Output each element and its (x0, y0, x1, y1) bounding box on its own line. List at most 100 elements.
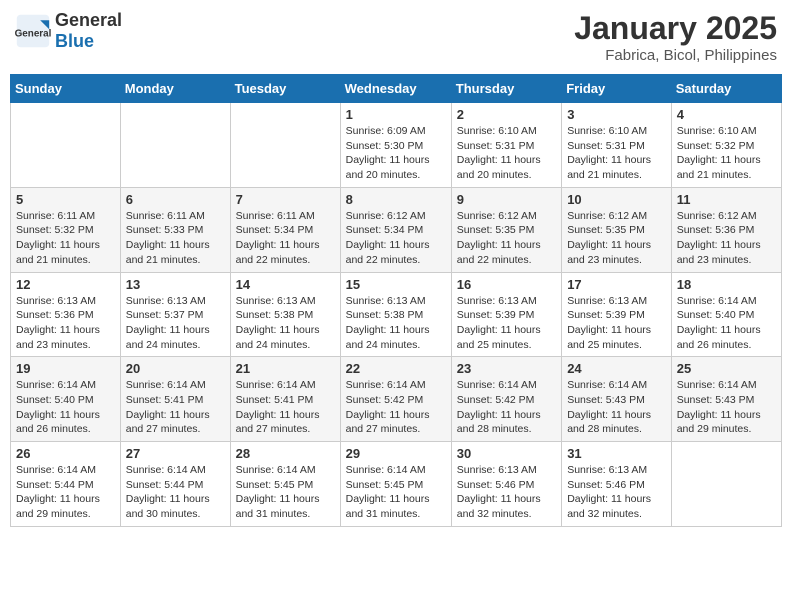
day-number: 11 (677, 192, 776, 207)
month-title: January 2025 (574, 10, 777, 47)
day-info: Sunrise: 6:14 AM Sunset: 5:43 PM Dayligh… (677, 378, 776, 437)
day-cell-2: 2Sunrise: 6:10 AM Sunset: 5:31 PM Daylig… (451, 103, 561, 188)
day-cell-22: 22Sunrise: 6:14 AM Sunset: 5:42 PM Dayli… (340, 357, 451, 442)
day-number: 26 (16, 446, 115, 461)
day-number: 23 (457, 361, 556, 376)
day-info: Sunrise: 6:13 AM Sunset: 5:36 PM Dayligh… (16, 294, 115, 353)
day-cell-6: 6 Sunrise: 6:11 AM Sunset: 5:33 PM Daylig… (120, 187, 230, 272)
day-info: Sunrise: 6:11 AM Sunset: 5:34 PM Dayligh… (236, 209, 335, 268)
day-info: Sunrise: 6:14 AM Sunset: 5:41 PM Dayligh… (236, 378, 335, 437)
day-cell-27: 27 Sunrise: 6:14 AM Sunset: 5:44 PM Dayli… (120, 442, 230, 527)
svg-text:General: General (15, 28, 51, 39)
day-cell-10: 10 Sunrise: 6:12 AM Sunset: 5:35 PM Dayli… (562, 187, 672, 272)
day-info: Sunrise: 6:12 AM Sunset: 5:34 PM Dayligh… (346, 209, 446, 268)
day-info: Sunrise: 6:13 AM Sunset: 5:39 PM Dayligh… (457, 294, 556, 353)
day-cell-21: 21 Sunrise: 6:14 AM Sunset: 5:41 PM Dayli… (230, 357, 340, 442)
day-number: 1 (346, 107, 446, 122)
day-cell-16: 16 Sunrise: 6:13 AM Sunset: 5:39 PM Dayli… (451, 272, 561, 357)
day-info: Sunrise: 6:12 AM Sunset: 5:35 PM Dayligh… (457, 209, 556, 268)
day-info: Sunrise: 6:11 AM Sunset: 5:32 PM Dayligh… (16, 209, 115, 268)
day-cell-12: 12 Sunrise: 6:13 AM Sunset: 5:36 PM Dayli… (11, 272, 121, 357)
day-number: 13 (126, 277, 225, 292)
week-row-4: 19 Sunrise: 6:14 AM Sunset: 5:40 PM Dayli… (11, 357, 782, 442)
day-cell-8: 8 Sunrise: 6:12 AM Sunset: 5:34 PM Daylig… (340, 187, 451, 272)
day-info: Sunrise: 6:11 AM Sunset: 5:33 PM Dayligh… (126, 209, 225, 268)
day-cell-20: 20 Sunrise: 6:14 AM Sunset: 5:41 PM Dayli… (120, 357, 230, 442)
day-info: Sunrise: 6:13 AM Sunset: 5:39 PM Dayligh… (567, 294, 666, 353)
day-number: 10 (567, 192, 666, 207)
day-number: 14 (236, 277, 335, 292)
day-cell-9: 9 Sunrise: 6:12 AM Sunset: 5:35 PM Daylig… (451, 187, 561, 272)
day-info: Sunrise: 6:12 AM Sunset: 5:35 PM Dayligh… (567, 209, 666, 268)
day-cell-30: 30 Sunrise: 6:13 AM Sunset: 5:46 PM Dayli… (451, 442, 561, 527)
weekday-header-wednesday: Wednesday (340, 75, 451, 103)
day-number: 27 (126, 446, 225, 461)
day-cell-31: 31Sunrise: 6:13 AM Sunset: 5:46 PM Dayli… (562, 442, 672, 527)
day-number: 2 (457, 107, 556, 122)
day-info: Sunrise: 6:14 AM Sunset: 5:40 PM Dayligh… (16, 378, 115, 437)
day-cell-3: 3Sunrise: 6:10 AM Sunset: 5:31 PM Daylig… (562, 103, 672, 188)
weekday-header-tuesday: Tuesday (230, 75, 340, 103)
day-info: Sunrise: 6:14 AM Sunset: 5:41 PM Dayligh… (126, 378, 225, 437)
day-info: Sunrise: 6:14 AM Sunset: 5:44 PM Dayligh… (126, 463, 225, 522)
weekday-header-monday: Monday (120, 75, 230, 103)
page-header: General General Blue January 2025 Fabric… (10, 10, 782, 64)
day-number: 8 (346, 192, 446, 207)
day-number: 28 (236, 446, 335, 461)
day-info: Sunrise: 6:13 AM Sunset: 5:38 PM Dayligh… (346, 294, 446, 353)
day-cell-7: 7 Sunrise: 6:11 AM Sunset: 5:34 PM Daylig… (230, 187, 340, 272)
day-number: 7 (236, 192, 335, 207)
day-cell-4: 4 Sunrise: 6:10 AM Sunset: 5:32 PM Daylig… (671, 103, 781, 188)
day-number: 19 (16, 361, 115, 376)
week-row-2: 5 Sunrise: 6:11 AM Sunset: 5:32 PM Daylig… (11, 187, 782, 272)
empty-cell (230, 103, 340, 188)
day-number: 21 (236, 361, 335, 376)
day-number: 20 (126, 361, 225, 376)
empty-cell (11, 103, 121, 188)
empty-cell (120, 103, 230, 188)
day-info: Sunrise: 6:10 AM Sunset: 5:31 PM Dayligh… (567, 124, 666, 183)
day-cell-28: 28Sunrise: 6:14 AM Sunset: 5:45 PM Dayli… (230, 442, 340, 527)
day-number: 22 (346, 361, 446, 376)
day-info: Sunrise: 6:14 AM Sunset: 5:43 PM Dayligh… (567, 378, 666, 437)
day-cell-29: 29 Sunrise: 6:14 AM Sunset: 5:45 PM Dayli… (340, 442, 451, 527)
day-info: Sunrise: 6:10 AM Sunset: 5:32 PM Dayligh… (677, 124, 776, 183)
weekday-header-friday: Friday (562, 75, 672, 103)
day-number: 9 (457, 192, 556, 207)
day-number: 5 (16, 192, 115, 207)
day-cell-5: 5 Sunrise: 6:11 AM Sunset: 5:32 PM Daylig… (11, 187, 121, 272)
day-cell-1: 1 Sunrise: 6:09 AM Sunset: 5:30 PM Daylig… (340, 103, 451, 188)
day-info: Sunrise: 6:09 AM Sunset: 5:30 PM Dayligh… (346, 124, 446, 183)
empty-cell (671, 442, 781, 527)
day-info: Sunrise: 6:14 AM Sunset: 5:44 PM Dayligh… (16, 463, 115, 522)
day-number: 18 (677, 277, 776, 292)
day-info: Sunrise: 6:13 AM Sunset: 5:38 PM Dayligh… (236, 294, 335, 353)
logo-text-general: General (55, 10, 122, 30)
day-cell-11: 11 Sunrise: 6:12 AM Sunset: 5:36 PM Dayli… (671, 187, 781, 272)
day-cell-25: 25 Sunrise: 6:14 AM Sunset: 5:43 PM Dayli… (671, 357, 781, 442)
calendar-table: SundayMondayTuesdayWednesdayThursdayFrid… (10, 74, 782, 527)
logo: General General Blue (15, 10, 122, 52)
day-info: Sunrise: 6:12 AM Sunset: 5:36 PM Dayligh… (677, 209, 776, 268)
day-cell-18: 18Sunrise: 6:14 AM Sunset: 5:40 PM Dayli… (671, 272, 781, 357)
week-row-5: 26 Sunrise: 6:14 AM Sunset: 5:44 PM Dayli… (11, 442, 782, 527)
day-cell-17: 17Sunrise: 6:13 AM Sunset: 5:39 PM Dayli… (562, 272, 672, 357)
day-info: Sunrise: 6:14 AM Sunset: 5:45 PM Dayligh… (346, 463, 446, 522)
day-info: Sunrise: 6:13 AM Sunset: 5:46 PM Dayligh… (457, 463, 556, 522)
day-number: 16 (457, 277, 556, 292)
weekday-header-thursday: Thursday (451, 75, 561, 103)
day-info: Sunrise: 6:14 AM Sunset: 5:42 PM Dayligh… (457, 378, 556, 437)
day-number: 12 (16, 277, 115, 292)
day-cell-15: 15Sunrise: 6:13 AM Sunset: 5:38 PM Dayli… (340, 272, 451, 357)
day-cell-24: 24Sunrise: 6:14 AM Sunset: 5:43 PM Dayli… (562, 357, 672, 442)
day-number: 4 (677, 107, 776, 122)
day-number: 25 (677, 361, 776, 376)
day-info: Sunrise: 6:13 AM Sunset: 5:37 PM Dayligh… (126, 294, 225, 353)
day-number: 29 (346, 446, 446, 461)
day-number: 30 (457, 446, 556, 461)
weekday-header-saturday: Saturday (671, 75, 781, 103)
day-number: 6 (126, 192, 225, 207)
title-block: January 2025 Fabrica, Bicol, Philippines (574, 10, 777, 64)
logo-icon: General (15, 13, 51, 49)
day-cell-26: 26 Sunrise: 6:14 AM Sunset: 5:44 PM Dayli… (11, 442, 121, 527)
